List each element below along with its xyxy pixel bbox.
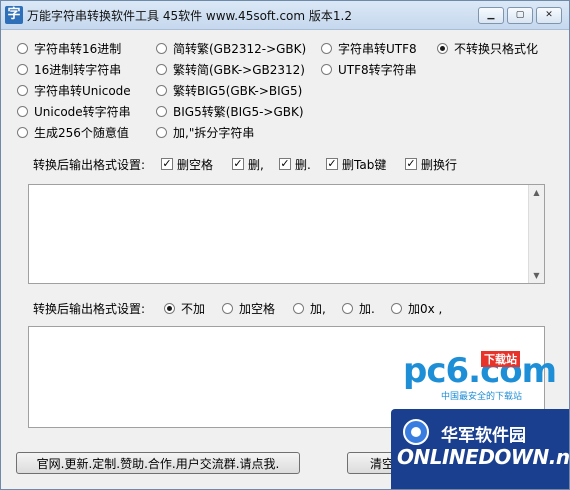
mode-split-string[interactable]: 加,"拆分字符串 — [156, 124, 254, 141]
minimize-icon: ▁ — [487, 10, 495, 20]
checkbox-label: 删Tab键 — [342, 157, 387, 172]
pc6-subtitle: 中国最安全的下载站 — [441, 392, 523, 402]
radio-icon — [321, 64, 332, 75]
maximize-button[interactable]: ▢ — [507, 7, 533, 24]
radio-label: 加0x , — [408, 301, 443, 316]
mode-label: 简转繁(GB2312->GBK) — [173, 42, 307, 56]
mode-big5-to-trad[interactable]: BIG5转繁(BIG5->GBK) — [156, 103, 304, 120]
add-space-radio[interactable]: 加空格 — [222, 300, 275, 317]
scroll-down-icon[interactable]: ▼ — [529, 268, 544, 283]
radio-icon — [321, 43, 332, 54]
radio-icon — [222, 302, 233, 314]
delete-comma-checkbox[interactable]: ✓ 删, — [232, 156, 264, 173]
checkmark-icon: ✓ — [405, 157, 417, 170]
mode-label: 加,"拆分字符串 — [173, 126, 255, 140]
radio-label: 加, — [310, 301, 326, 316]
radio-icon — [17, 64, 28, 75]
checkbox-label: 删空格 — [177, 157, 214, 172]
checkbox-label: 删. — [295, 157, 311, 172]
mode-label: 16进制转字符串 — [34, 63, 122, 77]
radio-icon — [156, 127, 167, 138]
mode-label: 繁转简(GBK->GB2312) — [173, 63, 305, 77]
radio-icon — [17, 127, 28, 138]
app-window: 字 万能字符串转换软件工具 45软件 www.45soft.com 版本1.2 … — [0, 0, 570, 490]
radio-selected-icon — [164, 302, 175, 314]
mode-label: Unicode转字符串 — [34, 105, 131, 119]
pc6-watermark: pc6.com 下载站 中国最安全的下载站 — [403, 351, 557, 402]
onlinedown-cn-text: 华军软件园 — [441, 426, 526, 446]
radio-label: 加. — [359, 301, 375, 316]
delete-format-row: 转换后输出格式设置: ✓ 删空格 ✓ 删, ✓ 删. ✓ 删Tab键 ✓ 删换行 — [1, 154, 569, 174]
radio-label: 加空格 — [239, 301, 276, 316]
add-comma-radio[interactable]: 加, — [293, 300, 326, 317]
input-scrollbar[interactable]: ▲ ▼ — [528, 185, 544, 283]
mode-str-to-unicode[interactable]: 字符串转Unicode — [17, 82, 131, 99]
delete-tab-checkbox[interactable]: ✓ 删Tab键 — [326, 156, 386, 173]
checkbox-label: 删, — [248, 157, 264, 172]
mode-label: BIG5转繁(BIG5->GBK) — [173, 105, 304, 119]
mode-trad-to-big5[interactable]: 繁转BIG5(GBK->BIG5) — [156, 82, 302, 99]
radio-icon — [156, 43, 167, 54]
maximize-icon: ▢ — [515, 10, 525, 20]
radio-icon — [17, 85, 28, 96]
mode-label: 字符串转Unicode — [34, 84, 131, 98]
add-0x-radio[interactable]: 加0x , — [391, 300, 442, 317]
mode-unicode-to-str[interactable]: Unicode转字符串 — [17, 103, 131, 120]
conversion-mode-group: 字符串转16进制 16进制转字符串 字符串转Unicode Unicode转字符… — [1, 31, 569, 151]
mode-hex-to-str[interactable]: 16进制转字符串 — [17, 61, 121, 78]
mode-label: 不转换只格式化 — [454, 42, 539, 56]
mode-label: 字符串转UTF8 — [338, 42, 417, 56]
minimize-button[interactable]: ▁ — [478, 7, 504, 24]
mode-utf8-to-str[interactable]: UTF8转字符串 — [321, 61, 417, 78]
mode-random-256[interactable]: 生成256个随意值 — [17, 124, 129, 141]
radio-icon — [17, 106, 28, 117]
app-icon: 字 — [5, 6, 23, 24]
mode-label: 繁转BIG5(GBK->BIG5) — [173, 84, 303, 98]
input-textarea[interactable]: ▲ ▼ — [28, 184, 545, 284]
mode-trad-to-simp[interactable]: 繁转简(GBK->GB2312) — [156, 61, 305, 78]
mode-label: 字符串转16进制 — [34, 42, 122, 56]
delete-newline-checkbox[interactable]: ✓ 删换行 — [405, 156, 457, 173]
mode-label: 生成256个随意值 — [34, 126, 129, 140]
checkmark-icon: ✓ — [279, 157, 291, 170]
radio-icon — [156, 85, 167, 96]
close-icon: ✕ — [545, 10, 553, 20]
mode-str-to-utf8[interactable]: 字符串转UTF8 — [321, 40, 417, 57]
checkmark-icon: ✓ — [161, 157, 173, 170]
close-button[interactable]: ✕ — [536, 7, 562, 24]
delete-format-label: 转换后输出格式设置: — [33, 157, 146, 172]
mode-label: UTF8转字符串 — [338, 63, 417, 77]
onlinedown-en-text: ONLINEDOWN.net — [397, 445, 570, 469]
mode-str-to-hex[interactable]: 字符串转16进制 — [17, 40, 121, 57]
radio-icon — [156, 106, 167, 117]
radio-icon — [293, 302, 304, 314]
checkbox-label: 删换行 — [421, 157, 458, 172]
add-format-row: 转换后输出格式设置: 不加 加空格 加, 加. 加0x , — [1, 298, 569, 318]
mode-format-only[interactable]: 不转换只格式化 — [437, 40, 538, 57]
radio-selected-icon — [437, 43, 448, 54]
add-period-radio[interactable]: 加. — [342, 300, 375, 317]
checkmark-icon: ✓ — [232, 157, 244, 170]
website-button[interactable]: 官网.更新.定制.赞助.合作.用户交流群.请点我. — [16, 452, 300, 474]
scroll-up-icon[interactable]: ▲ — [529, 185, 544, 200]
radio-icon — [342, 302, 353, 314]
checkmark-icon: ✓ — [326, 157, 338, 170]
delete-period-checkbox[interactable]: ✓ 删. — [279, 156, 311, 173]
pc6-tag: 下载站 — [481, 351, 520, 367]
title-bar: 字 万能字符串转换软件工具 45软件 www.45soft.com 版本1.2 … — [1, 1, 569, 30]
window-title: 万能字符串转换软件工具 45软件 www.45soft.com 版本1.2 — [27, 9, 352, 23]
mode-simp-to-trad[interactable]: 简转繁(GB2312->GBK) — [156, 40, 306, 57]
radio-icon — [156, 64, 167, 75]
radio-icon — [391, 302, 402, 314]
add-none-radio[interactable]: 不加 — [164, 300, 205, 317]
add-format-label: 转换后输出格式设置: — [33, 301, 146, 316]
onlinedown-watermark: 华军软件园 ONLINEDOWN.net — [391, 409, 569, 489]
delete-space-checkbox[interactable]: ✓ 删空格 — [161, 156, 213, 173]
radio-icon — [17, 43, 28, 54]
radio-label: 不加 — [181, 301, 206, 316]
onlinedown-logo-icon — [403, 419, 429, 445]
pc6-logo: pc6.com — [403, 351, 557, 391]
